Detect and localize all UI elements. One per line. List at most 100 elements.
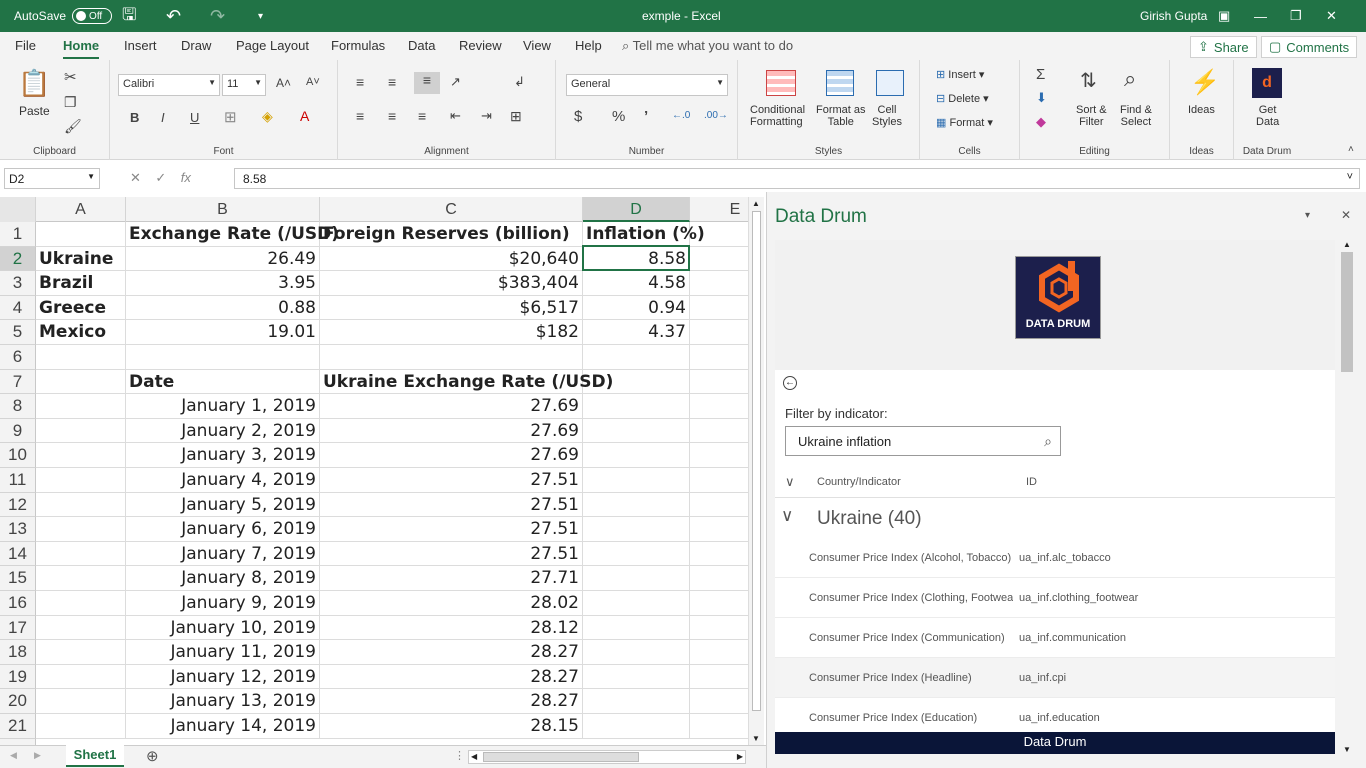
cell-c10[interactable]: 27.69 bbox=[320, 443, 583, 468]
filter-input[interactable]: Ukraine inflation ⌕ bbox=[785, 426, 1061, 456]
cell-a13[interactable] bbox=[36, 517, 126, 542]
find-select-button[interactable]: Find & Select bbox=[1120, 104, 1152, 128]
indicator-item[interactable]: Consumer Price Index (Clothing, Footwear… bbox=[775, 578, 1335, 618]
paste-button[interactable]: Paste bbox=[19, 104, 50, 118]
cell-d4[interactable]: 0.94 bbox=[583, 295, 690, 321]
align-middle-icon[interactable]: ≡ bbox=[388, 74, 396, 90]
cell-e21[interactable] bbox=[690, 714, 748, 739]
cell-e1[interactable] bbox=[690, 222, 748, 247]
underline-icon[interactable]: U bbox=[190, 110, 199, 125]
merge-center-icon[interactable]: ⊞ bbox=[510, 108, 522, 125]
cell-e7[interactable] bbox=[690, 370, 748, 395]
align-right-icon[interactable]: ≡ bbox=[418, 108, 426, 124]
cell-d17[interactable] bbox=[583, 615, 690, 641]
cell-e19[interactable] bbox=[690, 665, 748, 690]
cell-a17[interactable] bbox=[36, 615, 126, 641]
cell-c20[interactable]: 28.27 bbox=[320, 689, 583, 714]
cell-b8[interactable]: January 1, 2019 bbox=[126, 394, 320, 419]
column-header-c[interactable]: C bbox=[320, 197, 583, 222]
cell-c7[interactable]: Ukraine Exchange Rate (/USD) bbox=[320, 369, 613, 395]
cell-b20[interactable]: January 13, 2019 bbox=[126, 689, 320, 714]
cell-a10[interactable] bbox=[36, 443, 126, 468]
cell-b7[interactable]: Date bbox=[126, 369, 320, 395]
cell-b11[interactable]: January 4, 2019 bbox=[126, 468, 320, 493]
comma-style-icon[interactable]: ’ bbox=[644, 108, 648, 125]
cell-e13[interactable] bbox=[690, 517, 748, 542]
collapse-ribbon-icon[interactable]: ˄ bbox=[1348, 144, 1354, 155]
orientation-icon[interactable]: ↗ bbox=[450, 74, 461, 90]
formula-input[interactable]: 8.58 ˅ bbox=[234, 168, 1360, 189]
share-button[interactable]: ⇪ Share bbox=[1190, 36, 1257, 58]
cell-e9[interactable] bbox=[690, 419, 748, 444]
row-header-2[interactable]: 2 bbox=[0, 246, 36, 272]
column-header-b[interactable]: B bbox=[126, 197, 320, 222]
cell-c11[interactable]: 27.51 bbox=[320, 468, 583, 493]
scroll-up-icon[interactable]: ▲ bbox=[1343, 240, 1351, 249]
cell-c16[interactable]: 28.02 bbox=[320, 591, 583, 616]
cell-c14[interactable]: 27.51 bbox=[320, 541, 583, 567]
cell-e8[interactable] bbox=[690, 394, 748, 419]
cell-c2[interactable]: $20,640 bbox=[320, 246, 583, 272]
font-name-combo[interactable]: Calibri ▼ bbox=[118, 74, 220, 96]
align-left-icon[interactable]: ≡ bbox=[356, 108, 364, 124]
row-header-12[interactable]: 12 bbox=[0, 492, 36, 518]
cut-icon[interactable]: ✂ bbox=[64, 68, 77, 86]
currency-icon[interactable]: $ bbox=[574, 108, 582, 125]
cell-d6[interactable] bbox=[583, 345, 690, 370]
paste-icon[interactable]: 📋 bbox=[18, 68, 50, 100]
cell-a4[interactable]: Greece bbox=[36, 295, 126, 321]
sheet-tab-sheet1[interactable]: Sheet1 bbox=[66, 745, 124, 767]
cell-b5[interactable]: 19.01 bbox=[126, 320, 320, 345]
bold-icon[interactable]: B bbox=[130, 110, 139, 125]
conditional-formatting-button[interactable]: Conditional Formatting bbox=[750, 104, 805, 128]
scroll-left-icon[interactable]: ◀ bbox=[471, 752, 477, 761]
cell-d9[interactable] bbox=[583, 418, 690, 444]
cell-b2[interactable]: 26.49 bbox=[126, 246, 320, 272]
cell-a8[interactable] bbox=[36, 394, 126, 419]
cell-b9[interactable]: January 2, 2019 bbox=[126, 418, 320, 444]
sort-filter-button[interactable]: Sort & Filter bbox=[1076, 104, 1107, 128]
cell-a19[interactable] bbox=[36, 664, 126, 690]
cell-c12[interactable]: 27.51 bbox=[320, 492, 583, 518]
pane-options-icon[interactable]: ▾ bbox=[1305, 210, 1310, 221]
cell-d12[interactable] bbox=[583, 492, 690, 518]
cell-a15[interactable] bbox=[36, 566, 126, 591]
cell-e2[interactable] bbox=[690, 247, 748, 272]
row-header-9[interactable]: 9 bbox=[0, 418, 36, 444]
cell-b3[interactable]: 3.95 bbox=[126, 271, 320, 296]
cell-a5[interactable]: Mexico bbox=[36, 320, 126, 345]
redo-icon[interactable]: ↷ bbox=[210, 0, 225, 32]
cell-d20[interactable] bbox=[583, 689, 690, 714]
cell-e10[interactable] bbox=[690, 443, 748, 468]
cell-b17[interactable]: January 10, 2019 bbox=[126, 615, 320, 641]
cell-c18[interactable]: 28.27 bbox=[320, 640, 583, 665]
increase-indent-icon[interactable]: ⇥ bbox=[481, 108, 492, 124]
worksheet-grid[interactable]: A B C D E 1 Exchange Rate (/USD) Foreign R… bbox=[0, 197, 748, 745]
back-arrow-icon[interactable]: ← bbox=[783, 376, 797, 390]
cell-b6[interactable] bbox=[126, 345, 320, 370]
align-center-icon[interactable]: ≡ bbox=[388, 108, 396, 124]
align-bottom-icon[interactable]: ≡ bbox=[414, 72, 440, 94]
save-icon[interactable]: 🖫 bbox=[122, 0, 136, 32]
scroll-down-icon[interactable]: ▼ bbox=[752, 734, 760, 743]
cancel-icon[interactable]: ✕ bbox=[130, 170, 141, 185]
row-header-13[interactable]: 13 bbox=[0, 517, 36, 542]
cell-d2[interactable]: 8.58 bbox=[583, 246, 690, 272]
chevron-down-icon[interactable]: ∨ bbox=[781, 506, 793, 526]
cell-a1[interactable] bbox=[36, 222, 126, 247]
indicator-item[interactable]: Consumer Price Index (Alcohol, Tobacco) u… bbox=[775, 538, 1335, 578]
minimize-icon[interactable]: — bbox=[1254, 0, 1294, 32]
indicator-item[interactable]: Consumer Price Index (Communication) ua_i… bbox=[775, 618, 1335, 658]
data-drum-icon[interactable]: d bbox=[1252, 68, 1282, 98]
cell-a21[interactable] bbox=[36, 714, 126, 739]
cell-c9[interactable]: 27.69 bbox=[320, 418, 583, 444]
cell-a11[interactable] bbox=[36, 468, 126, 493]
cell-d8[interactable] bbox=[583, 394, 690, 419]
autosum-icon[interactable]: Σ bbox=[1036, 66, 1045, 83]
customize-qat-icon[interactable]: ▾ bbox=[258, 0, 263, 32]
cell-d14[interactable] bbox=[583, 541, 690, 567]
italic-icon[interactable]: I bbox=[161, 110, 165, 125]
format-as-table-button[interactable]: Format as Table bbox=[816, 104, 866, 128]
next-sheet-icon[interactable]: ▶ bbox=[34, 750, 41, 761]
cell-a14[interactable] bbox=[36, 541, 126, 567]
